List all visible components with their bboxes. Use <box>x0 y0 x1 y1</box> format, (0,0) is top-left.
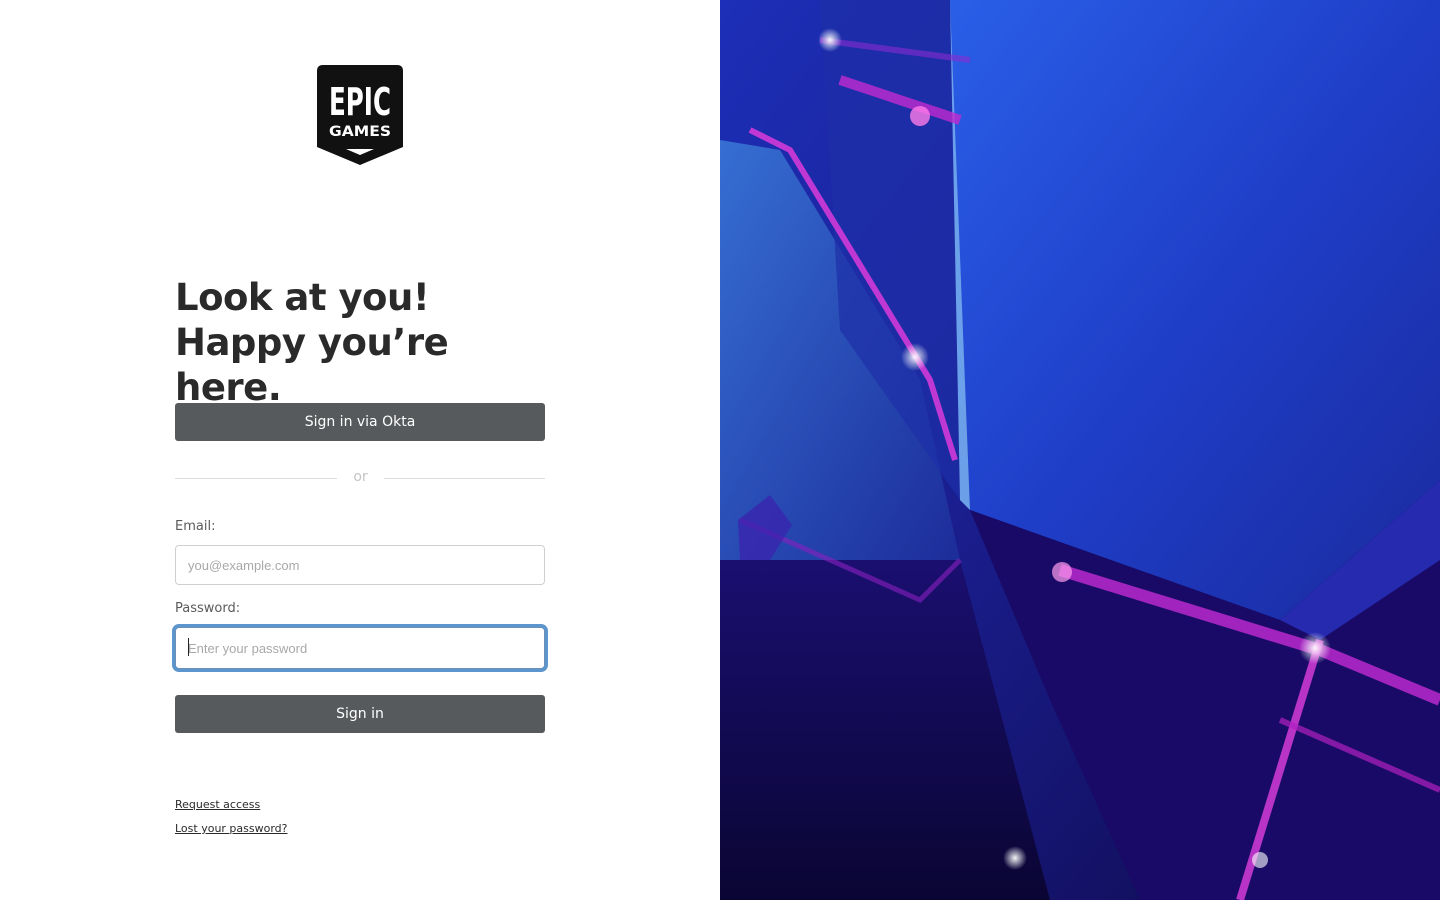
logo-text-games: GAMES <box>329 124 391 140</box>
login-page: EPIC GAMES Look at you! Happy you’re her… <box>0 0 1440 900</box>
login-panel: EPIC GAMES Look at you! Happy you’re her… <box>0 0 720 900</box>
help-links: Request access Lost your password? <box>175 793 288 841</box>
page-title: Look at you! Happy you’re here. <box>175 275 545 410</box>
email-label: Email: <box>175 519 216 534</box>
email-field[interactable] <box>175 545 545 585</box>
divider-line-left <box>175 478 337 479</box>
login-form: Look at you! Happy you’re here. Sign in … <box>175 275 545 835</box>
abstract-crystal-artwork <box>720 0 1440 900</box>
or-divider: or <box>175 468 545 488</box>
sign-in-via-okta-button[interactable]: Sign in via Okta <box>175 403 545 441</box>
request-access-link[interactable]: Request access <box>175 793 288 817</box>
logo-text-epic: EPIC <box>329 80 391 124</box>
sign-in-button[interactable]: Sign in <box>175 695 545 733</box>
page-title-line1: Look at you! <box>175 276 430 319</box>
divider-text: or <box>353 469 368 485</box>
lost-password-link[interactable]: Lost your password? <box>175 817 288 841</box>
hero-image <box>720 0 1440 900</box>
epic-games-logo: EPIC GAMES <box>317 65 403 165</box>
text-caret <box>188 638 189 656</box>
password-field[interactable] <box>175 627 545 669</box>
page-title-line2: Happy you’re here. <box>175 321 449 409</box>
password-label: Password: <box>175 601 241 616</box>
divider-line-right <box>384 478 545 479</box>
